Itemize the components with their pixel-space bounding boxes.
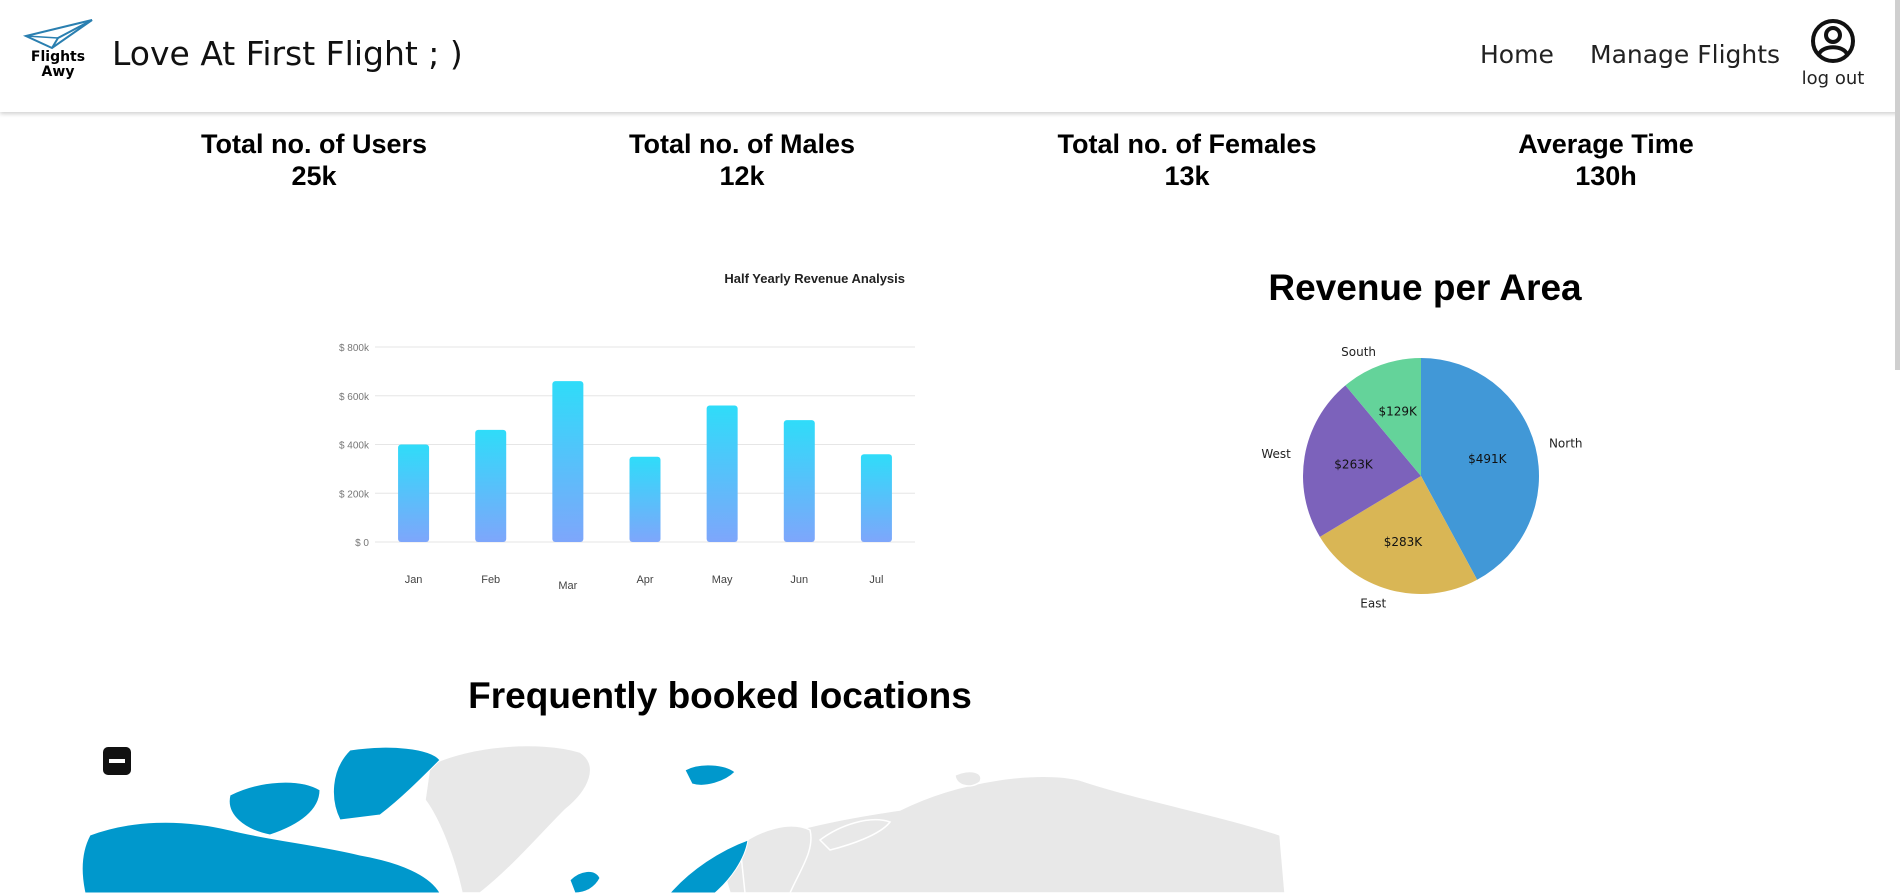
nav-manage-flights-link[interactable]: Manage Flights bbox=[1590, 40, 1780, 69]
y-tick-label: $ 800k bbox=[339, 343, 370, 354]
bar-jun[interactable] bbox=[783, 420, 815, 542]
y-tick-label: $ 400k bbox=[339, 441, 370, 452]
map-region-iceland[interactable] bbox=[684, 764, 736, 786]
stat-label: Average Time bbox=[1518, 129, 1694, 159]
minus-icon bbox=[109, 759, 125, 763]
x-tick-label: Jun bbox=[790, 574, 808, 586]
logo-text: Flights Awy bbox=[22, 50, 94, 80]
pie-value-label: $129K bbox=[1378, 405, 1418, 419]
stat-label: Total no. of Females bbox=[1057, 129, 1317, 159]
stat-value: 25k bbox=[291, 161, 337, 191]
x-tick-label: Jul bbox=[869, 574, 883, 586]
map-region-greenland[interactable] bbox=[424, 744, 592, 893]
map-region-canada-islands[interactable] bbox=[228, 781, 321, 836]
bar-chart-title: Half Yearly Revenue Analysis bbox=[724, 271, 905, 286]
bar-jan[interactable] bbox=[398, 444, 430, 543]
stat-label: Total no. of Users bbox=[200, 129, 428, 159]
x-tick-label: Feb bbox=[481, 574, 500, 586]
logo-text-line1: Flights bbox=[30, 49, 86, 65]
pie-chart-title: Revenue per Area bbox=[1268, 267, 1582, 308]
stat-value: 12k bbox=[719, 161, 765, 191]
x-tick-label: Mar bbox=[558, 580, 577, 592]
map-title: Frequently booked locations bbox=[468, 675, 972, 716]
bar-apr[interactable] bbox=[629, 456, 661, 542]
stat-total-females: Total no. of Females 13k bbox=[1007, 128, 1367, 192]
half-yearly-revenue-chart: Half Yearly Revenue Analysis $ 0 $ 200k $ … bbox=[339, 271, 915, 592]
bar-jul[interactable] bbox=[860, 454, 892, 542]
stat-label: Total no. of Males bbox=[628, 129, 855, 159]
stat-total-males: Total no. of Males 12k bbox=[562, 128, 922, 192]
stat-value: 13k bbox=[1164, 161, 1210, 191]
flights-awy-logo[interactable]: Flights Awy bbox=[22, 18, 94, 90]
bar-mar[interactable] bbox=[552, 381, 584, 542]
logout-label: log out bbox=[1801, 68, 1865, 89]
x-tick-label: May bbox=[712, 574, 733, 586]
logout-button[interactable]: log out bbox=[1800, 18, 1866, 92]
map-zoom-out-button[interactable] bbox=[103, 747, 131, 775]
y-tick-label: $ 0 bbox=[355, 538, 369, 549]
app-title: Love At First Flight ; ) bbox=[112, 34, 463, 73]
y-tick-label: $ 200k bbox=[339, 489, 370, 500]
x-tick-label: Jan bbox=[405, 574, 423, 586]
pie-category-label: West bbox=[1261, 447, 1291, 461]
revenue-per-area-pie: $491K North $283K East $263K West $129K South bbox=[1261, 345, 1583, 610]
y-tick-label: $ 600k bbox=[339, 392, 370, 403]
nav-home-link[interactable]: Home bbox=[1480, 40, 1554, 69]
map-region-arctic-island bbox=[954, 770, 982, 787]
pie-category-label: North bbox=[1549, 437, 1583, 451]
map-region-canada-north[interactable] bbox=[332, 746, 441, 821]
pie-category-label: South bbox=[1341, 345, 1376, 359]
world-map[interactable] bbox=[0, 740, 1900, 893]
stat-value: 130h bbox=[1575, 161, 1637, 191]
bar-may[interactable] bbox=[706, 405, 738, 543]
pie-value-label: $283K bbox=[1384, 535, 1424, 549]
bar-feb[interactable] bbox=[475, 429, 507, 542]
pie-value-label: $263K bbox=[1334, 458, 1374, 472]
stat-average-time: Average Time 130h bbox=[1426, 128, 1786, 192]
scrollbar-thumb[interactable] bbox=[1895, 0, 1900, 370]
pie-value-label: $491K bbox=[1468, 452, 1508, 466]
top-navbar: Flights Awy Love At First Flight ; ) Hom… bbox=[0, 0, 1900, 112]
logo-text-line2: Awy bbox=[41, 64, 75, 80]
x-tick-label: Apr bbox=[636, 574, 653, 586]
stat-total-users: Total no. of Users 25k bbox=[134, 128, 494, 192]
pie-category-label: East bbox=[1360, 596, 1386, 610]
map-region-uk[interactable] bbox=[569, 871, 601, 893]
account-circle-icon bbox=[1811, 19, 1855, 63]
